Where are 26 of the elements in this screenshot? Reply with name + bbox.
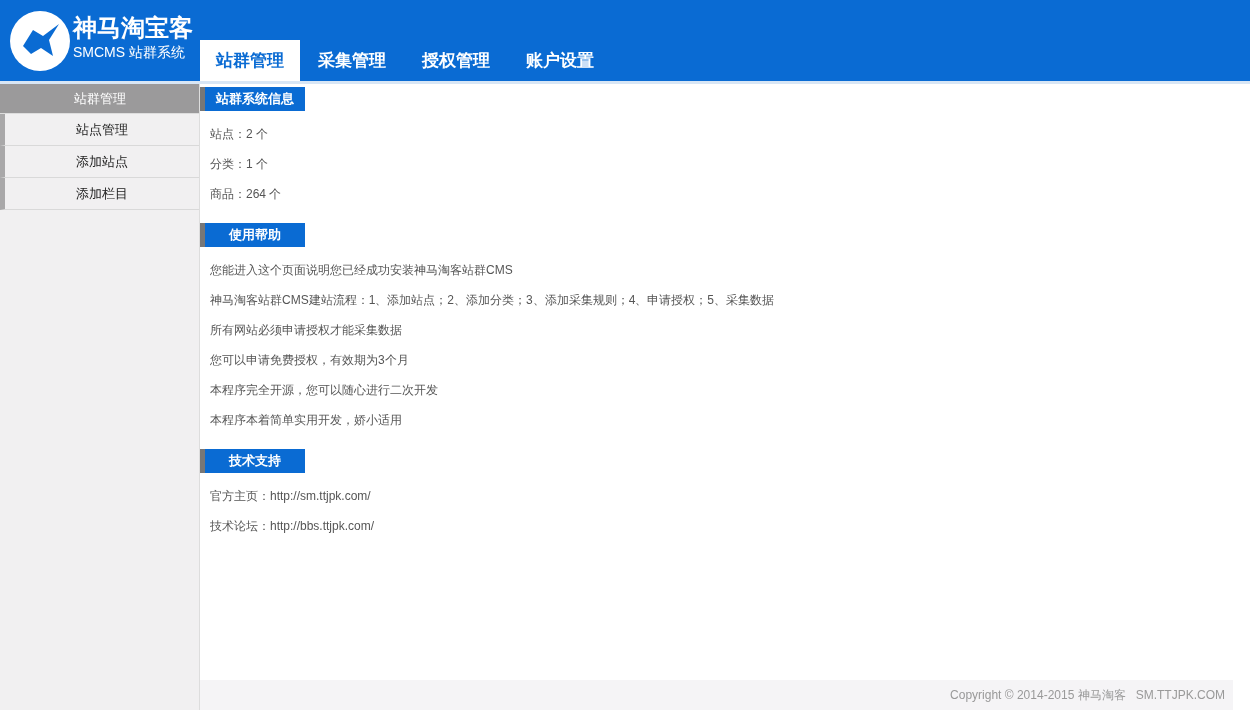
info-text: 所有网站必须申请授权才能采集数据: [209, 322, 402, 339]
nav-tab[interactable]: 账户设置: [508, 40, 612, 81]
section-heading: 使用帮助: [200, 223, 305, 247]
info-text: 技术论坛：http://bbs.ttjpk.com/: [209, 518, 375, 535]
logo-title: 神马淘宝客: [73, 12, 193, 43]
info-text: 您能进入这个页面说明您已经成功安装神马淘客站群CMS: [209, 262, 513, 279]
nav-tab[interactable]: 授权管理: [404, 40, 508, 81]
sidebar-item[interactable]: 添加站点: [0, 146, 199, 178]
info-text: 神马淘客站群CMS建站流程：1、添加站点；2、添加分类；3、添加采集规则；4、申请授权；5、采集数据: [209, 292, 775, 309]
logo-icon: [9, 9, 71, 72]
nav-tab[interactable]: 采集管理: [300, 40, 404, 81]
info-text: 官方主页：http://sm.ttjpk.com/: [209, 488, 371, 505]
info-text: 分类：1 个: [209, 156, 268, 173]
sidebar-item[interactable]: 添加栏目: [0, 178, 199, 210]
info-text: 本程序完全开源，您可以随心进行二次开发: [209, 382, 438, 399]
footer-copyright: Copyright © 2014-2015 神马淘客 SM.TTJPK.COM: [200, 680, 1233, 710]
nav-tab[interactable]: 站群管理: [200, 40, 300, 81]
section-heading: 技术支持: [200, 449, 305, 473]
info-text: 您可以申请免费授权，有效期为3个月: [209, 352, 409, 369]
sidebar-item[interactable]: 站点管理: [0, 114, 199, 146]
section-heading: 站群系统信息: [200, 87, 305, 111]
sidebar-heading: 站群管理: [0, 84, 199, 114]
logo-subtitle: SMCMS 站群系统: [73, 42, 186, 61]
info-text: 商品：264 个: [209, 186, 282, 203]
info-text: 本程序本着简单实用开发，娇小适用: [209, 412, 402, 429]
info-text: 站点：2 个: [209, 126, 268, 143]
